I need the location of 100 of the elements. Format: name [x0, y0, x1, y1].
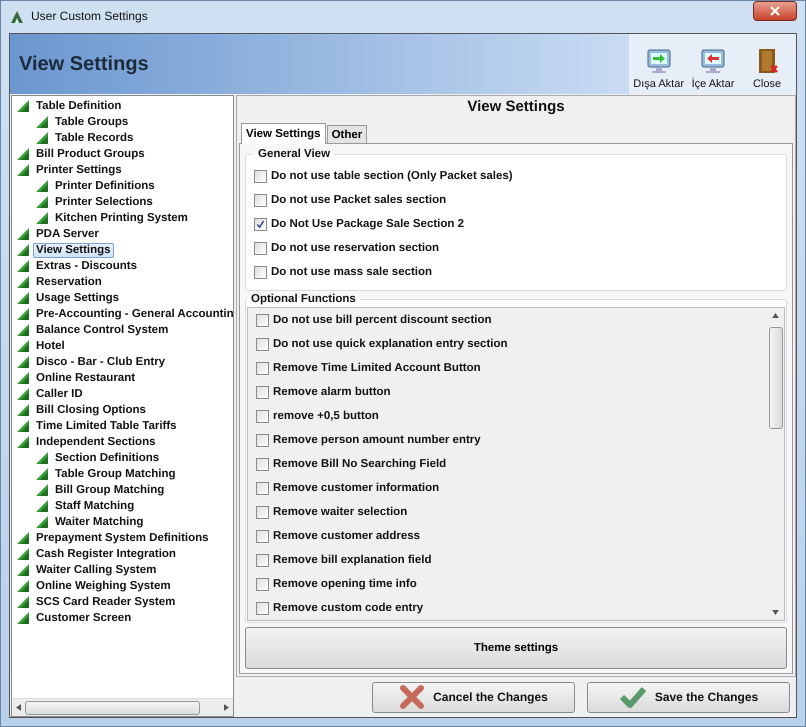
panel-title: View Settings	[466, 97, 566, 117]
close-icon	[770, 6, 780, 16]
checkbox[interactable]	[256, 386, 269, 398]
tree-item[interactable]: Printer Settings	[33, 162, 125, 178]
triangle-icon	[35, 451, 49, 465]
page-title: View Settings	[19, 52, 149, 76]
checkbox[interactable]	[254, 242, 267, 254]
triangle-icon	[16, 147, 30, 161]
tree-item[interactable]: Online Weighing System	[33, 578, 174, 594]
tree-item[interactable]: SCS Card Reader System	[33, 594, 178, 610]
tab[interactable]: View Settings	[241, 123, 326, 144]
tree-item[interactable]: Table Records	[52, 130, 136, 146]
tree-item[interactable]: Pre-Accounting - General Accountin	[33, 306, 233, 322]
group-title: General View	[257, 148, 332, 160]
checkbox[interactable]	[256, 410, 269, 422]
tree-item[interactable]: PDA Server	[33, 226, 102, 242]
footer-button[interactable]: Cancel the Changes	[372, 682, 575, 712]
triangle-icon	[35, 515, 49, 529]
checkbox[interactable]	[256, 338, 269, 350]
tree-item[interactable]: Bill Group Matching	[52, 482, 168, 498]
triangle-icon	[16, 579, 30, 593]
checkbox[interactable]	[256, 362, 269, 374]
checkbox[interactable]	[256, 506, 269, 518]
tree-item[interactable]: Waiter Calling System	[33, 562, 160, 578]
option-label: Remove alarm button	[273, 386, 391, 398]
checkbox[interactable]	[256, 458, 269, 470]
horizontal-scrollbar[interactable]	[12, 698, 233, 716]
tree-item[interactable]: Table Group Matching	[52, 466, 179, 482]
triangle-icon	[16, 243, 30, 257]
checkbox[interactable]	[256, 482, 269, 494]
tree-item[interactable]: Bill Closing Options	[33, 402, 149, 418]
tree-item[interactable]: Table Groups	[52, 114, 132, 130]
tree-item[interactable]: Online Restaurant	[33, 370, 138, 386]
scroll-up-icon[interactable]	[772, 313, 779, 318]
tree-item[interactable]: Hotel	[33, 338, 68, 354]
checkbox[interactable]	[256, 434, 269, 446]
tree-item[interactable]: View Settings	[33, 242, 114, 258]
option-label: Remove bill explanation field	[273, 554, 432, 566]
scroll-left-icon[interactable]	[16, 704, 21, 711]
tree-item[interactable]: Customer Screen	[33, 610, 134, 626]
tree-item[interactable]: Reservation	[33, 274, 105, 290]
tree-item[interactable]: Table Definition	[33, 98, 124, 114]
triangle-icon	[35, 195, 49, 209]
option-label: Do not use bill percent discount section	[273, 314, 492, 326]
scroll-right-icon[interactable]	[224, 704, 229, 711]
tree-item[interactable]: Printer Definitions	[52, 178, 158, 194]
triangle-icon	[16, 307, 30, 321]
window-title: User Custom Settings	[31, 9, 148, 23]
triangle-icon	[16, 275, 30, 289]
option-label: Remove Time Limited Account Button	[273, 362, 481, 374]
checkbox[interactable]	[254, 266, 267, 278]
checkbox[interactable]	[256, 314, 269, 326]
checkbox[interactable]	[256, 530, 269, 542]
monitor-arrow-icon	[699, 47, 727, 75]
tree-item[interactable]: Independent Sections	[33, 434, 158, 450]
tree-item[interactable]: Section Definitions	[52, 450, 162, 466]
triangle-icon	[16, 339, 30, 353]
tree-item[interactable]: Kitchen Printing System	[52, 210, 191, 226]
tree-item[interactable]: Waiter Matching	[52, 514, 146, 530]
option-label: Remove person amount number entry	[273, 434, 481, 446]
checkbox[interactable]	[256, 578, 269, 590]
option-label: Do Not Use Package Sale Section 2	[271, 218, 464, 230]
tree-item[interactable]: Extras - Discounts	[33, 258, 140, 274]
scroll-down-icon[interactable]	[772, 610, 779, 615]
tree-item[interactable]: Disco - Bar - Club Entry	[33, 354, 168, 370]
theme-settings-button[interactable]: Theme settings	[245, 627, 787, 669]
tree-item[interactable]: Caller ID	[33, 386, 86, 402]
triangle-icon	[16, 371, 30, 385]
close-button[interactable]	[753, 1, 797, 21]
triangle-icon	[16, 355, 30, 369]
tab[interactable]: Other	[326, 125, 368, 143]
checkbox[interactable]	[254, 170, 267, 182]
cross-icon	[399, 684, 426, 710]
triangle-icon	[16, 387, 30, 401]
toolbar-button[interactable]: Dışa Aktar	[631, 45, 686, 94]
tree-item[interactable]: Bill Product Groups	[33, 146, 148, 162]
triangle-icon	[16, 611, 30, 625]
tree-item[interactable]: Cash Register Integration	[33, 546, 179, 562]
triangle-icon	[35, 115, 49, 129]
triangle-icon	[16, 419, 30, 433]
option-label: Do not use table section (Only Packet sales)	[271, 170, 513, 182]
tree-item[interactable]: Usage Settings	[33, 290, 122, 306]
toolbar-button[interactable]: Close	[740, 45, 794, 94]
tree-item[interactable]: Prepayment System Definitions	[33, 530, 212, 546]
tree-item[interactable]: Printer Selections	[52, 194, 156, 210]
triangle-icon	[16, 291, 30, 305]
checkbox[interactable]	[256, 554, 269, 566]
checkbox[interactable]	[256, 602, 269, 614]
triangle-icon	[16, 563, 30, 577]
tree-item[interactable]: Balance Control System	[33, 322, 172, 338]
tree-item[interactable]: Staff Matching	[52, 498, 138, 514]
monitor-arrow-icon	[644, 47, 673, 75]
option-label: Remove custom code entry	[273, 602, 424, 614]
toolbar-button[interactable]: İçe Aktar	[686, 45, 740, 94]
option-label: remove +0,5 button	[273, 410, 379, 422]
checkbox[interactable]	[254, 194, 267, 206]
triangle-icon	[16, 163, 30, 177]
footer-button[interactable]: Save the Changes	[587, 682, 790, 712]
tree-item[interactable]: Time Limited Table Tariffs	[33, 418, 180, 434]
checkbox[interactable]	[254, 218, 267, 230]
